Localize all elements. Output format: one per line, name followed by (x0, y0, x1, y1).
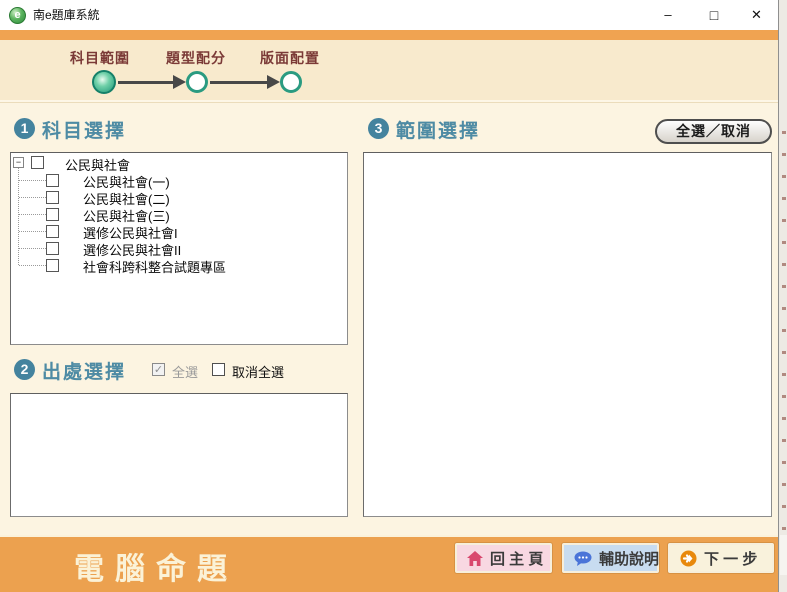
home-button[interactable]: 回 主 頁 (455, 543, 552, 573)
next-arrow-icon (680, 550, 697, 567)
tree-guide-line (18, 167, 19, 265)
step-connector-line (210, 81, 267, 84)
step-label-layout: 版面配置 (260, 48, 320, 68)
tree-guide-stub (19, 197, 46, 198)
step-connector-line (118, 81, 174, 84)
step-arrowhead-icon (173, 75, 186, 89)
tree-guide-stub (19, 231, 46, 232)
tree-guide-stub (19, 265, 46, 266)
tree-guide-stub (19, 214, 46, 215)
section-3-title: 範圍選擇 (396, 116, 480, 143)
app-window: e 南e題庫系統 – □ ✕ 科目範圍 題型配分 版面配置 1 科目選擇 − 公… (0, 0, 787, 592)
step-circle-1-active[interactable] (92, 70, 116, 94)
subject-tree: − 公民與社會 公民與社會(一) 公民與社會(二) 公民與社會(三) 選修公民與… (11, 153, 347, 344)
step-circle-2[interactable] (186, 71, 208, 93)
step-arrowhead-icon (267, 75, 280, 89)
home-icon (467, 551, 483, 566)
page-title: 電腦命題 (74, 544, 238, 588)
tree-root-checkbox[interactable] (31, 156, 44, 169)
deselect-all-checkbox[interactable] (212, 363, 225, 376)
next-button-label: 下 一 步 (704, 548, 757, 569)
subject-tree-panel[interactable]: − 公民與社會 公民與社會(一) 公民與社會(二) 公民與社會(三) 選修公民與… (10, 152, 348, 345)
help-button-label: 輔助說明 (599, 548, 659, 569)
speech-bubble-icon (574, 551, 592, 566)
step-label-subject-range: 科目範圍 (70, 48, 130, 68)
next-step-button[interactable]: 下 一 步 (668, 543, 774, 573)
section-3-number-badge: 3 (368, 118, 389, 139)
background-window-content (780, 535, 787, 575)
step-circle-3[interactable] (280, 71, 302, 93)
window-title: 南e題庫系統 (33, 0, 100, 30)
footer-bar: 電腦命題 回 主 頁 輔助說明 下 一 步 (0, 537, 787, 592)
tree-item-checkbox[interactable] (46, 208, 59, 221)
minimize-icon[interactable]: – (645, 0, 691, 30)
section-1-number-badge: 1 (14, 118, 35, 139)
tree-item-checkbox[interactable] (46, 259, 59, 272)
app-logo-icon: e (9, 7, 26, 24)
accent-strip (0, 30, 778, 40)
maximize-icon[interactable]: □ (691, 0, 737, 30)
close-icon[interactable]: ✕ (735, 0, 778, 30)
tree-collapse-icon[interactable]: − (13, 157, 24, 168)
select-all-label: 全選 (172, 362, 198, 381)
wizard-stepper: 科目範圍 題型配分 版面配置 (0, 40, 778, 103)
background-window-sliver (778, 0, 787, 592)
tree-item-checkbox[interactable] (46, 191, 59, 204)
source-list-panel[interactable] (10, 393, 348, 517)
tree-item-label[interactable]: 社會科跨科整合試題專區 (83, 257, 226, 276)
select-all-checkbox: ✓ (152, 363, 165, 376)
title-bar: e 南e題庫系統 – □ ✕ (0, 0, 778, 30)
tree-item-checkbox[interactable] (46, 242, 59, 255)
background-window-content (782, 112, 786, 532)
tree-item-checkbox[interactable] (46, 174, 59, 187)
select-all-toggle-button[interactable]: 全選／取消 (655, 119, 772, 144)
tree-guide-stub (19, 248, 46, 249)
tree-item-checkbox[interactable] (46, 225, 59, 238)
section-2-title: 出處選擇 (42, 357, 126, 384)
range-list-panel[interactable] (363, 152, 772, 517)
home-button-label: 回 主 頁 (490, 548, 543, 569)
tree-guide-stub (19, 180, 46, 181)
deselect-all-label[interactable]: 取消全選 (232, 362, 284, 381)
section-1-title: 科目選擇 (42, 116, 126, 143)
step-label-question-points: 題型配分 (166, 48, 226, 68)
help-button[interactable]: 輔助說明 (562, 543, 659, 573)
section-2-number-badge: 2 (14, 359, 35, 380)
